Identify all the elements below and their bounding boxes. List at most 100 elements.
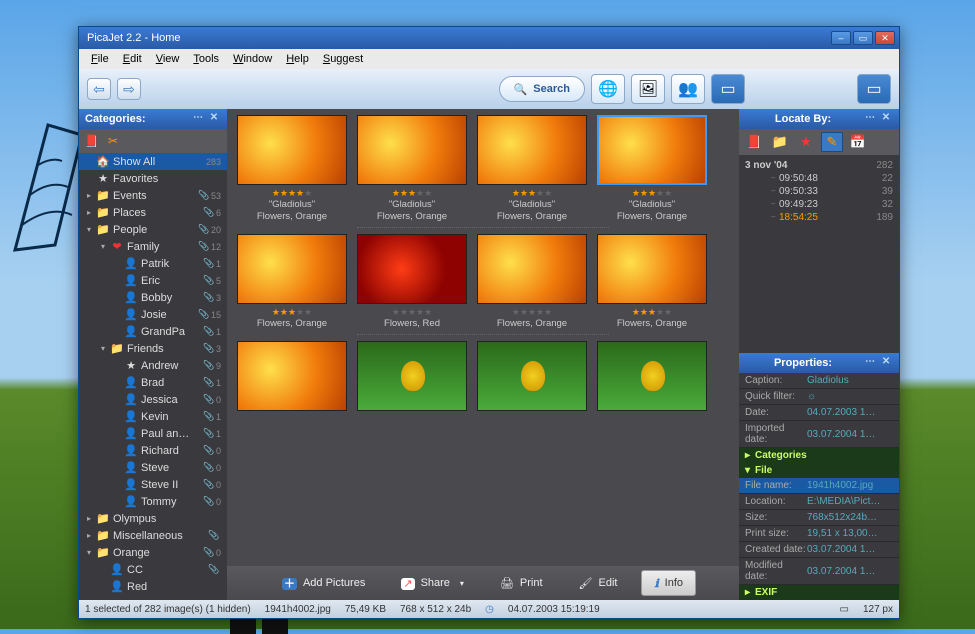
property-value[interactable]: 03.07.2004 1… (807, 429, 893, 440)
panel-menu-button[interactable]: ⋯ (191, 112, 205, 126)
locate-time-row[interactable]: –09:49:2332 (743, 198, 895, 211)
thumbnail[interactable] (357, 341, 467, 411)
locate-date-row[interactable]: 3 nov '04 282 (743, 159, 895, 172)
panel-close-button[interactable]: ✕ (879, 356, 893, 370)
twisty-icon[interactable]: ▾ (99, 242, 107, 251)
locate-calendar-icon[interactable]: 📅 (847, 132, 869, 152)
thumbnail[interactable] (237, 341, 347, 411)
tree-item[interactable]: Josie 📎 15 (79, 306, 227, 323)
toolbar-people-button[interactable]: 👥 (671, 74, 705, 104)
minimize-button[interactable]: – (831, 31, 851, 45)
tree-item[interactable]: ▸ Olympus (79, 510, 227, 527)
property-value[interactable]: 03.07.2004 1… (807, 544, 893, 555)
rating-stars[interactable]: ★★★★★ (237, 307, 347, 318)
rating-stars[interactable]: ★★★★★ (477, 307, 587, 318)
tree-item[interactable]: ▾ Friends 📎 3 (79, 340, 227, 357)
locate-time-row[interactable]: –18:54:25189 (743, 211, 895, 224)
property-value[interactable]: ☼ (807, 391, 893, 402)
thumbnail[interactable] (477, 234, 587, 304)
tree-item[interactable]: Show All 283 (79, 153, 227, 170)
property-value[interactable]: 03.07.2004 1… (807, 566, 893, 577)
twisty-icon[interactable]: ▸ (85, 208, 93, 217)
panel-menu-button[interactable]: ⋯ (863, 356, 877, 370)
property-value[interactable]: E:\MEDIA\Pict… (807, 496, 893, 507)
search-button[interactable]: Search (499, 76, 585, 102)
rating-stars[interactable]: ★★★★★ (357, 188, 467, 199)
property-value[interactable]: 1941h4002.jpg (807, 480, 893, 491)
status-zoom-icon[interactable]: ▭ (840, 604, 849, 615)
cat-scissors-icon[interactable] (105, 133, 121, 149)
property-value[interactable]: 04.07.2003 1… (807, 407, 893, 418)
panel-menu-button[interactable]: ⋯ (863, 112, 877, 126)
edit-button[interactable]: Edit (567, 570, 630, 596)
toolbar-image-button[interactable]: 🖼 (631, 74, 665, 104)
tree-item[interactable]: Bobby 📎 3 (79, 289, 227, 306)
add-pictures-button[interactable]: Add Pictures (270, 570, 377, 596)
tree-item[interactable]: Andrew 📎 9 (79, 357, 227, 374)
tree-item[interactable]: Red (79, 578, 227, 595)
thumbnail[interactable] (477, 341, 587, 411)
thumbnail[interactable] (357, 234, 467, 304)
thumbnail[interactable] (597, 341, 707, 411)
tree-item[interactable]: ▾ Family 📎 12 (79, 238, 227, 255)
locate-folder-icon[interactable]: 📁 (769, 132, 791, 152)
twisty-icon[interactable]: ▾ (85, 548, 93, 557)
twisty-icon[interactable]: ▾ (99, 344, 107, 353)
tree-item[interactable]: Steve 📎 0 (79, 459, 227, 476)
tree-item[interactable]: Tommy 📎 0 (79, 493, 227, 510)
toolbar-globe-button[interactable]: 🌐 (591, 74, 625, 104)
menu-suggest[interactable]: Suggest (317, 51, 369, 67)
tree-item[interactable]: Paul an… 📎 1 (79, 425, 227, 442)
rating-stars[interactable]: ★★★★★ (597, 307, 707, 318)
toolbar-view-grid-button[interactable] (711, 74, 745, 104)
share-button[interactable]: Share▾ (389, 570, 476, 596)
section-categories[interactable]: ▸Categories (739, 448, 899, 463)
toolbar-panel-toggle-button[interactable] (857, 74, 891, 104)
close-button[interactable]: ✕ (875, 31, 895, 45)
thumbnail[interactable] (357, 115, 467, 185)
tree-item[interactable]: Steve II 📎 0 (79, 476, 227, 493)
rating-stars[interactable]: ★★★★★ (477, 188, 587, 199)
property-value[interactable]: 19,51 x 13,00… (807, 528, 893, 539)
tree-item[interactable]: Patrik 📎 1 (79, 255, 227, 272)
twisty-icon[interactable]: ▸ (85, 531, 93, 540)
tree-item[interactable]: Jessica 📎 0 (79, 391, 227, 408)
tree-item[interactable]: Brad 📎 1 (79, 374, 227, 391)
section-exif[interactable]: ▸EXIF (739, 585, 899, 600)
tree-item[interactable]: CC 📎 (79, 561, 227, 578)
print-button[interactable]: Print (488, 570, 555, 596)
tree-item[interactable]: ▾ Orange 📎 0 (79, 544, 227, 561)
thumbnail[interactable] (477, 115, 587, 185)
panel-close-button[interactable]: ✕ (879, 112, 893, 126)
nav-back-button[interactable]: ⇦ (87, 78, 111, 100)
thumbnail[interactable] (597, 115, 707, 185)
thumbnail[interactable] (237, 115, 347, 185)
twisty-icon[interactable]: ▾ (85, 225, 93, 234)
menu-file[interactable]: File (85, 51, 115, 67)
property-value[interactable]: 768x512x24b… (807, 512, 893, 523)
info-button[interactable]: Info (641, 570, 696, 596)
thumbnail[interactable] (237, 234, 347, 304)
tree-item[interactable]: Eric 📎 5 (79, 272, 227, 289)
menu-window[interactable]: Window (227, 51, 278, 67)
rating-stars[interactable]: ★★★★★ (597, 188, 707, 199)
menu-tools[interactable]: Tools (187, 51, 225, 67)
tree-item[interactable]: GrandPa 📎 1 (79, 323, 227, 340)
menu-view[interactable]: View (150, 51, 186, 67)
maximize-button[interactable]: ▭ (853, 31, 873, 45)
tree-item[interactable]: ▸ Miscellaneous 📎 (79, 527, 227, 544)
titlebar[interactable]: PicaJet 2.2 - Home – ▭ ✕ (79, 27, 899, 49)
locate-time-row[interactable]: –09:50:4822 (743, 172, 895, 185)
panel-close-button[interactable]: ✕ (207, 112, 221, 126)
locate-time-row[interactable]: –09:50:3339 (743, 185, 895, 198)
thumbnail[interactable] (597, 234, 707, 304)
rating-stars[interactable]: ★★★★★ (237, 188, 347, 199)
rating-stars[interactable]: ★★★★★ (357, 307, 467, 318)
tree-item[interactable]: ▸ Places 📎 6 (79, 204, 227, 221)
locate-book-icon[interactable]: 📕 (743, 132, 765, 152)
section-file[interactable]: ▾File (739, 463, 899, 478)
tree-item[interactable]: Kevin 📎 1 (79, 408, 227, 425)
menu-edit[interactable]: Edit (117, 51, 148, 67)
tree-item[interactable]: ▸ Events 📎 53 (79, 187, 227, 204)
nav-forward-button[interactable]: ⇨ (117, 78, 141, 100)
